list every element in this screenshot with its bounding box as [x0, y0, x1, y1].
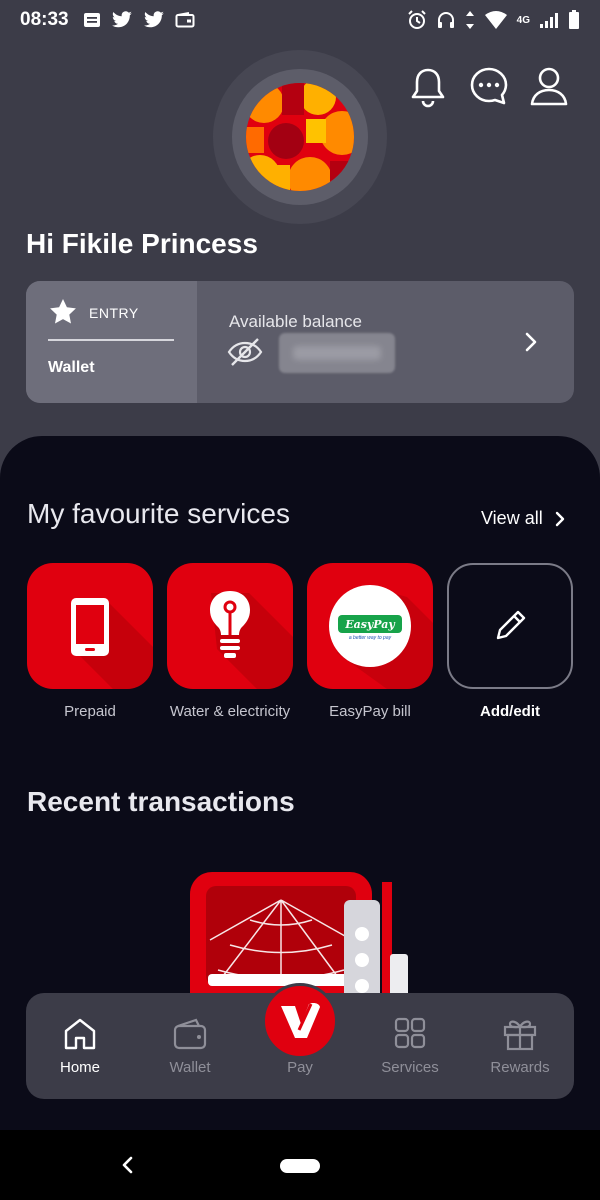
bell-icon[interactable]	[406, 64, 450, 108]
add-edit-services-button[interactable]	[447, 563, 573, 689]
chat-icon[interactable]	[467, 64, 511, 108]
status-bar: 08:33 4G	[0, 0, 600, 40]
home-pill[interactable]	[280, 1159, 320, 1173]
easypay-tagline: a better way to pay	[348, 635, 392, 641]
data-arrows-icon	[465, 11, 474, 29]
nav-pay-label: Pay	[287, 1059, 313, 1076]
balance-panel: Available balance	[197, 281, 574, 403]
empty-transactions-illustration	[190, 872, 408, 1000]
notification-icons	[83, 11, 195, 29]
nav-rewards[interactable]: Rewards	[470, 1017, 570, 1076]
phone-icon	[71, 598, 109, 656]
headphones-icon	[437, 12, 454, 28]
system-icons: 4G	[407, 10, 580, 30]
status-time: 08:33	[20, 9, 69, 30]
nav-services-label: Services	[381, 1059, 439, 1076]
nav-wallet-label: Wallet	[169, 1059, 211, 1076]
wallet-tier-panel: ENTRY Wallet	[26, 281, 197, 403]
service-easypay-button[interactable]: EasyPay a better way to pay	[307, 563, 433, 689]
nav-wallet[interactable]: Wallet	[140, 1017, 240, 1076]
home-icon	[64, 1018, 96, 1050]
add-edit-label: Add/edit	[480, 703, 540, 720]
network-type: 4G	[516, 14, 530, 26]
gift-icon	[503, 1020, 537, 1051]
avatar-pattern-image	[246, 83, 354, 191]
service-water-electricity-label: Water & electricity	[169, 703, 291, 720]
wallet-label: Wallet	[48, 359, 95, 376]
avatar[interactable]	[246, 83, 354, 191]
alarm-icon	[407, 10, 426, 29]
service-prepaid-button[interactable]	[27, 563, 153, 689]
nav-home-label: Home	[59, 1059, 100, 1076]
service-water-electricity-button[interactable]	[167, 563, 293, 689]
easypay-logo: EasyPay a better way to pay	[329, 585, 411, 667]
greeting: Hi Fikile Princess	[26, 228, 258, 259]
nav-home[interactable]: Home	[30, 1017, 130, 1076]
profile-icon[interactable]	[527, 64, 571, 108]
balance-label: Available balance	[229, 312, 362, 331]
hidden-balance-value	[279, 333, 395, 373]
app-screen: 08:33 4G Hi Fikile Princess ENTRY Wallet…	[0, 0, 600, 1130]
tier-label: ENTRY	[89, 305, 139, 321]
pay-logo	[281, 1003, 320, 1038]
view-all-link[interactable]: View all	[481, 508, 565, 529]
back-icon[interactable]	[120, 1155, 136, 1175]
lightbulb-icon	[210, 591, 250, 658]
divider	[48, 339, 174, 341]
star-icon	[50, 299, 76, 324]
pay-button[interactable]	[262, 983, 338, 1059]
easypay-logo-text: EasyPay	[345, 618, 395, 631]
chevron-right-icon	[555, 511, 564, 526]
battery-icon	[569, 10, 579, 29]
eye-hidden-icon[interactable]	[227, 337, 263, 367]
favourites-title: My favourite services	[27, 498, 290, 529]
twitter-icon	[111, 11, 132, 28]
message-notification-icon	[83, 13, 100, 27]
wallet-card[interactable]: ENTRY Wallet Available balance	[26, 281, 574, 403]
wallet-notification-icon	[175, 12, 195, 28]
wifi-icon	[484, 11, 507, 29]
service-easypay-label: EasyPay bill	[329, 703, 411, 720]
signal-icon	[540, 13, 558, 28]
view-all-label: View all	[481, 508, 543, 528]
nav-rewards-label: Rewards	[490, 1059, 550, 1076]
grid-icon	[394, 1017, 426, 1049]
chevron-right-icon[interactable]	[523, 331, 539, 353]
wallet-icon	[173, 1018, 207, 1050]
service-prepaid-label: Prepaid	[64, 703, 116, 720]
twitter-icon	[143, 11, 164, 28]
pencil-icon	[496, 610, 526, 640]
nav-services[interactable]: Services	[360, 1017, 460, 1076]
recent-transactions-title: Recent transactions	[27, 786, 295, 817]
easypay-logo-badge: EasyPay	[338, 615, 402, 633]
